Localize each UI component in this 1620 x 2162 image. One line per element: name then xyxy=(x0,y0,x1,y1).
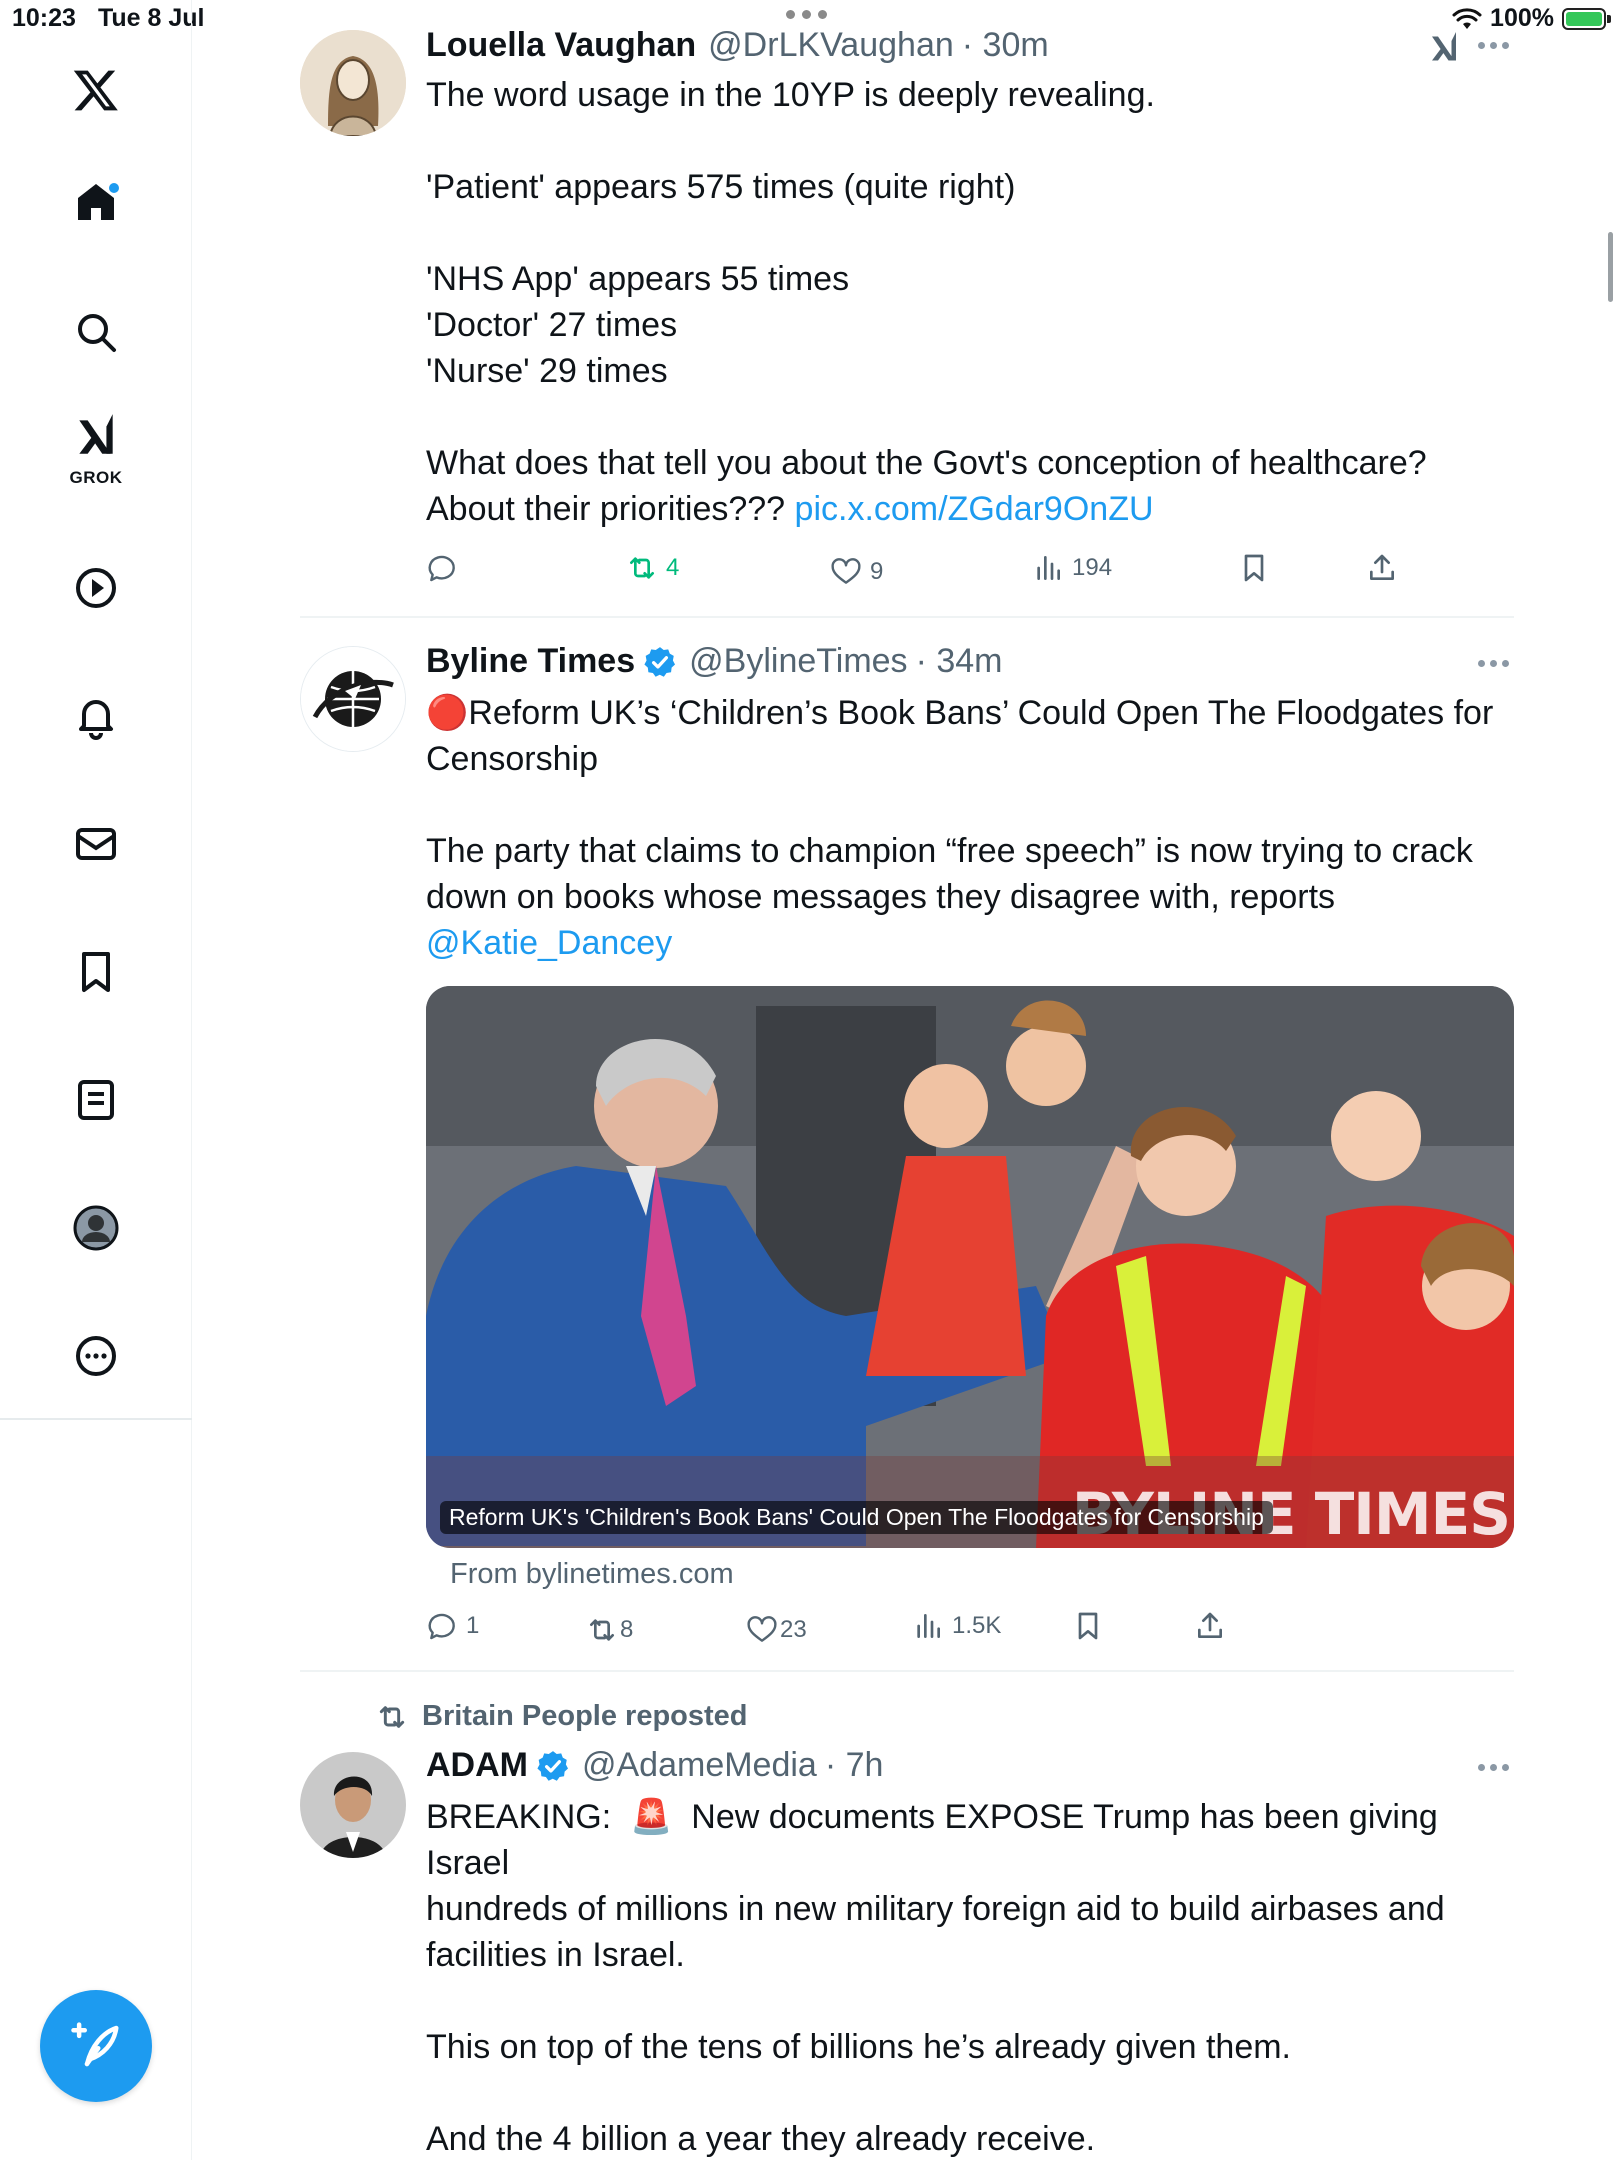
tweet-text: BREAKING: 🚨 New documents EXPOSE Trump h… xyxy=(426,1798,1445,2158)
avatar[interactable] xyxy=(300,1752,406,1858)
author-handle[interactable]: @AdameMedia xyxy=(582,1746,817,1785)
tweet-time[interactable]: · 34m xyxy=(916,642,1003,681)
grok-explain-icon[interactable] xyxy=(1426,28,1462,71)
heart-icon xyxy=(831,558,861,584)
author-name[interactable]: Louella Vaughan xyxy=(426,26,696,65)
status-right: 100% xyxy=(1452,4,1611,33)
profile-icon[interactable] xyxy=(46,1188,146,1268)
sidebar-divider xyxy=(0,1418,192,1420)
tweet-text: The party that claims to champion “free … xyxy=(426,832,1473,962)
tweet-time[interactable]: · 7h xyxy=(825,1746,884,1785)
tweet-header: Byline Times @BylineTimes · 34m xyxy=(426,642,1002,681)
tweet-header: Louella Vaughan @DrLKVaughan · 30m xyxy=(426,26,1049,65)
compose-icon xyxy=(71,2022,119,2067)
tweet-divider xyxy=(300,1670,1514,1672)
repost-button[interactable]: 4 xyxy=(626,552,679,584)
avatar[interactable] xyxy=(300,30,406,136)
more-circle-icon[interactable] xyxy=(46,1316,146,1396)
reply-button[interactable] xyxy=(426,552,466,584)
repost-label: Britain People reposted xyxy=(422,1700,748,1732)
video-play-icon[interactable] xyxy=(46,548,146,628)
bookmark-button[interactable] xyxy=(1238,552,1270,584)
verified-badge-icon xyxy=(537,1750,569,1781)
reply-icon xyxy=(428,555,455,582)
tweet-headline: 🔴Reform UK’s ‘Children’s Book Bans’ Coul… xyxy=(426,694,1494,778)
tweet-header: ADAM @AdameMedia · 7h xyxy=(426,1746,883,1785)
scrollbar[interactable] xyxy=(1608,232,1613,302)
home-icon[interactable] xyxy=(46,162,146,242)
repost-indicator[interactable]: Britain People reposted xyxy=(376,1700,748,1733)
bell-icon[interactable] xyxy=(46,676,146,756)
bookmark-icon xyxy=(1078,1612,1098,1640)
author-name[interactable]: Byline Times xyxy=(426,642,635,681)
repost-icon xyxy=(630,557,654,579)
link-card-image[interactable]: BYLINE TIMES Reform UK's 'Children's Boo… xyxy=(426,986,1514,1548)
heart-icon xyxy=(747,1616,777,1642)
author-handle[interactable]: @DrLKVaughan xyxy=(708,26,954,65)
views-button[interactable]: 194 xyxy=(1032,552,1112,584)
sidebar: GROK xyxy=(0,0,192,2160)
repost-icon xyxy=(379,1705,405,1728)
views-icon xyxy=(917,1614,940,1638)
tweet-actions: 1 8 23 1.5K xyxy=(426,1610,1516,1650)
repost-button[interactable]: 8 xyxy=(586,1614,633,1646)
more-options-icon[interactable] xyxy=(1478,658,1518,668)
reply-button[interactable]: 1 xyxy=(426,1610,479,1642)
verified-badge-icon xyxy=(644,646,676,677)
author-handle[interactable]: @BylineTimes xyxy=(689,642,907,681)
tweet-divider xyxy=(300,616,1514,618)
repost-icon xyxy=(590,1619,614,1641)
list-icon[interactable] xyxy=(46,1060,146,1140)
tweet-text: The word usage in the 10YP is deeply rev… xyxy=(426,76,1427,528)
share-button[interactable] xyxy=(1194,1610,1226,1642)
bookmark-icon[interactable] xyxy=(46,932,146,1012)
battery-percent: 100% xyxy=(1490,4,1554,32)
like-button[interactable]: 9 xyxy=(830,556,883,588)
share-icon xyxy=(1370,554,1394,580)
multitasking-dots-icon[interactable] xyxy=(786,10,827,19)
battery-icon xyxy=(1562,7,1611,30)
media-link[interactable]: pic.x.com/ZGdar9OnZU xyxy=(795,490,1154,528)
share-button[interactable] xyxy=(1366,552,1398,584)
compose-button[interactable] xyxy=(40,1990,152,2102)
card-source[interactable]: From bylinetimes.com xyxy=(450,1558,734,1591)
tweet-time[interactable]: · 30m xyxy=(962,26,1049,65)
card-caption: Reform UK's 'Children's Book Bans' Could… xyxy=(440,1501,1273,1534)
more-options-icon[interactable] xyxy=(1478,1762,1518,1772)
views-icon xyxy=(1037,556,1060,580)
avatar[interactable] xyxy=(300,646,406,752)
grok-label: GROK xyxy=(69,468,123,487)
reply-icon xyxy=(428,1613,455,1640)
wifi-icon xyxy=(1452,7,1482,29)
author-name[interactable]: ADAM xyxy=(426,1746,528,1785)
grok-icon[interactable]: GROK xyxy=(46,410,146,500)
mention-link[interactable]: @Katie_Dancey xyxy=(426,924,672,962)
bookmark-icon xyxy=(1244,554,1264,582)
tweet-actions: 4 9 194 xyxy=(426,552,1516,592)
like-button[interactable]: 23 xyxy=(746,1614,807,1646)
mail-icon[interactable] xyxy=(46,804,146,884)
search-icon[interactable] xyxy=(46,292,146,372)
x-logo-icon[interactable] xyxy=(46,50,146,130)
bookmark-button[interactable] xyxy=(1072,1610,1104,1642)
share-icon xyxy=(1198,1612,1222,1638)
more-options-icon[interactable] xyxy=(1478,40,1518,50)
views-button[interactable]: 1.5K xyxy=(912,1610,1001,1642)
